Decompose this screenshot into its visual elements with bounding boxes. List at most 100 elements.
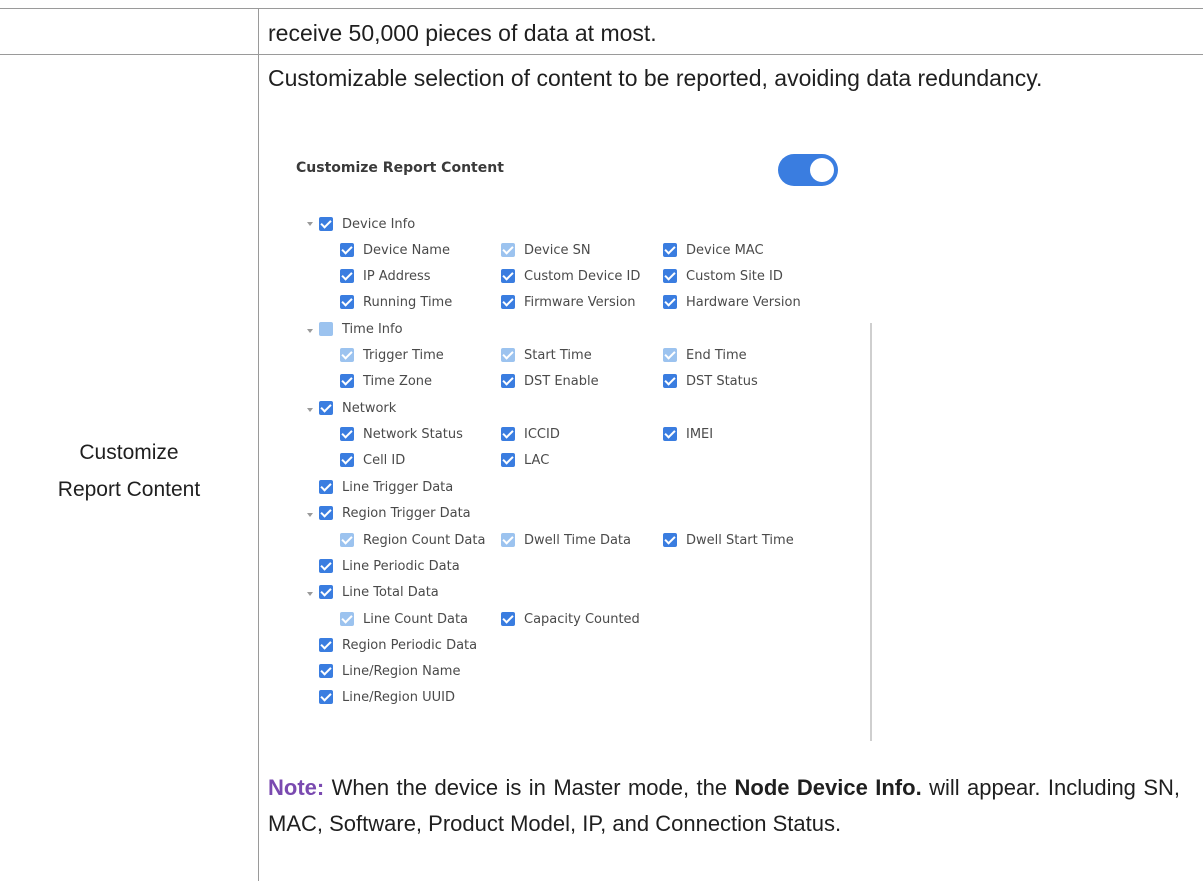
checkbox-label: Line Total Data bbox=[342, 584, 439, 600]
checkbox-label: Start Time bbox=[524, 347, 592, 363]
checkbox-label: DST Enable bbox=[524, 373, 599, 389]
checkbox-device-mac[interactable]: Device MAC bbox=[663, 240, 764, 260]
checkbox-label: Cell ID bbox=[363, 452, 406, 468]
checkbox-label: IP Address bbox=[363, 268, 431, 284]
check-icon bbox=[319, 690, 333, 704]
column-divider bbox=[258, 8, 259, 881]
checkbox-time-info[interactable]: Time Info bbox=[319, 319, 403, 339]
checkbox-label: End Time bbox=[686, 347, 747, 363]
checkbox-running-time[interactable]: Running Time bbox=[340, 292, 452, 312]
check-icon bbox=[663, 348, 677, 362]
panel-title: Customize Report Content bbox=[296, 160, 504, 176]
checkbox-device-info[interactable]: Device Info bbox=[319, 214, 415, 234]
checkbox-dwell-time-data[interactable]: Dwell Time Data bbox=[501, 530, 631, 550]
checkbox-device-sn[interactable]: Device SN bbox=[501, 240, 591, 260]
check-icon bbox=[319, 638, 333, 652]
checkbox-cell-id[interactable]: Cell ID bbox=[340, 450, 405, 470]
checkbox-hardware-version[interactable]: Hardware Version bbox=[663, 292, 801, 312]
check-icon bbox=[340, 348, 354, 362]
check-icon bbox=[319, 217, 333, 231]
check-icon bbox=[340, 612, 354, 626]
checkbox-label: Line/Region UUID bbox=[342, 689, 455, 705]
checkbox-region-trigger-data[interactable]: Region Trigger Data bbox=[319, 503, 471, 523]
scrollbar[interactable] bbox=[870, 323, 872, 741]
checkbox-label: LAC bbox=[524, 452, 550, 468]
checkbox-region-periodic-data[interactable]: Region Periodic Data bbox=[319, 635, 477, 655]
collapse-caret-icon[interactable] bbox=[307, 329, 313, 333]
collapse-caret-icon[interactable] bbox=[307, 513, 313, 517]
checkbox-trigger-time[interactable]: Trigger Time bbox=[340, 345, 444, 365]
previous-row-text: receive 50,000 pieces of data at most. bbox=[268, 20, 657, 46]
check-icon bbox=[501, 348, 515, 362]
check-icon bbox=[501, 374, 515, 388]
checkbox-label: Custom Device ID bbox=[524, 268, 641, 284]
checkbox-dst-enable[interactable]: DST Enable bbox=[501, 371, 599, 391]
checkbox-imei[interactable]: IMEI bbox=[663, 424, 713, 444]
collapse-caret-icon[interactable] bbox=[307, 222, 313, 226]
checkbox-device-name[interactable]: Device Name bbox=[340, 240, 450, 260]
checkbox-firmware-version[interactable]: Firmware Version bbox=[501, 292, 636, 312]
checkbox-dwell-start-time[interactable]: Dwell Start Time bbox=[663, 530, 794, 550]
checkbox-label: Time Zone bbox=[363, 373, 433, 389]
check-icon bbox=[340, 453, 354, 467]
note-text-1: When the device is in Master mode, the bbox=[324, 775, 735, 800]
checkbox-end-time[interactable]: End Time bbox=[663, 345, 747, 365]
note-bold-text: Node Device Info. bbox=[734, 775, 922, 800]
checkbox-line-region-uuid[interactable]: Line/Region UUID bbox=[319, 687, 455, 707]
checkbox-capacity-counted[interactable]: Capacity Counted bbox=[501, 609, 640, 629]
check-icon bbox=[501, 427, 515, 441]
table-top-border bbox=[0, 8, 1203, 9]
checkbox-line-region-name[interactable]: Line/Region Name bbox=[319, 661, 460, 681]
check-icon bbox=[340, 243, 354, 257]
check-icon bbox=[319, 664, 333, 678]
checkbox-line-trigger-data[interactable]: Line Trigger Data bbox=[319, 477, 453, 497]
checkbox-label: Line/Region Name bbox=[342, 663, 461, 679]
checkbox-time-zone[interactable]: Time Zone bbox=[340, 371, 432, 391]
checkbox-label: Line Periodic Data bbox=[342, 558, 460, 574]
check-icon bbox=[663, 243, 677, 257]
report-content-toggle[interactable] bbox=[778, 154, 838, 186]
checkbox-label: IMEI bbox=[686, 426, 714, 442]
check-icon bbox=[319, 480, 333, 494]
check-icon bbox=[663, 533, 677, 547]
checkbox-custom-device-id[interactable]: Custom Device ID bbox=[501, 266, 640, 286]
checkbox-custom-site-id[interactable]: Custom Site ID bbox=[663, 266, 783, 286]
description-text: Customizable selection of content to be … bbox=[268, 65, 1043, 91]
check-icon bbox=[663, 269, 677, 283]
checkbox-label: ICCID bbox=[524, 426, 560, 442]
collapse-caret-icon[interactable] bbox=[307, 592, 313, 596]
checkbox-network-status[interactable]: Network Status bbox=[340, 424, 463, 444]
collapse-caret-icon[interactable] bbox=[307, 408, 313, 412]
check-icon bbox=[319, 506, 333, 520]
check-icon bbox=[319, 585, 333, 599]
checkbox-label: Network bbox=[342, 400, 397, 416]
checkbox-label: Dwell Start Time bbox=[686, 532, 794, 548]
checkbox-line-total-data[interactable]: Line Total Data bbox=[319, 582, 439, 602]
checkbox-label: Capacity Counted bbox=[524, 611, 640, 627]
checkbox-network[interactable]: Network bbox=[319, 398, 396, 418]
checkbox-iccid[interactable]: ICCID bbox=[501, 424, 560, 444]
check-icon bbox=[340, 533, 354, 547]
note-label: Note: bbox=[268, 775, 325, 800]
check-icon bbox=[501, 453, 515, 467]
checkbox-label: Device SN bbox=[524, 242, 591, 258]
check-icon bbox=[501, 612, 515, 626]
checkbox-label: Region Trigger Data bbox=[342, 505, 471, 521]
check-icon bbox=[501, 295, 515, 309]
checkbox-ip-address[interactable]: IP Address bbox=[340, 266, 431, 286]
checkbox-region-count-data[interactable]: Region Count Data bbox=[340, 530, 485, 550]
checkbox-dst-status[interactable]: DST Status bbox=[663, 371, 758, 391]
checkbox-label: Running Time bbox=[363, 294, 453, 310]
checkbox-label: Line Trigger Data bbox=[342, 479, 454, 495]
checkbox-label: Dwell Time Data bbox=[524, 532, 631, 548]
checkbox-lac[interactable]: LAC bbox=[501, 450, 549, 470]
checkbox-label: Device Name bbox=[363, 242, 450, 258]
note-paragraph: Note: When the device is in Master mode,… bbox=[268, 770, 1180, 842]
checkbox-line-count-data[interactable]: Line Count Data bbox=[340, 609, 468, 629]
row-label-line-2: Report Content bbox=[57, 478, 201, 501]
checkbox-label: DST Status bbox=[686, 373, 758, 389]
checkbox-line-periodic-data[interactable]: Line Periodic Data bbox=[319, 556, 460, 576]
checkbox-start-time[interactable]: Start Time bbox=[501, 345, 592, 365]
checkbox-label: Custom Site ID bbox=[686, 268, 783, 284]
row-divider bbox=[0, 54, 1203, 55]
